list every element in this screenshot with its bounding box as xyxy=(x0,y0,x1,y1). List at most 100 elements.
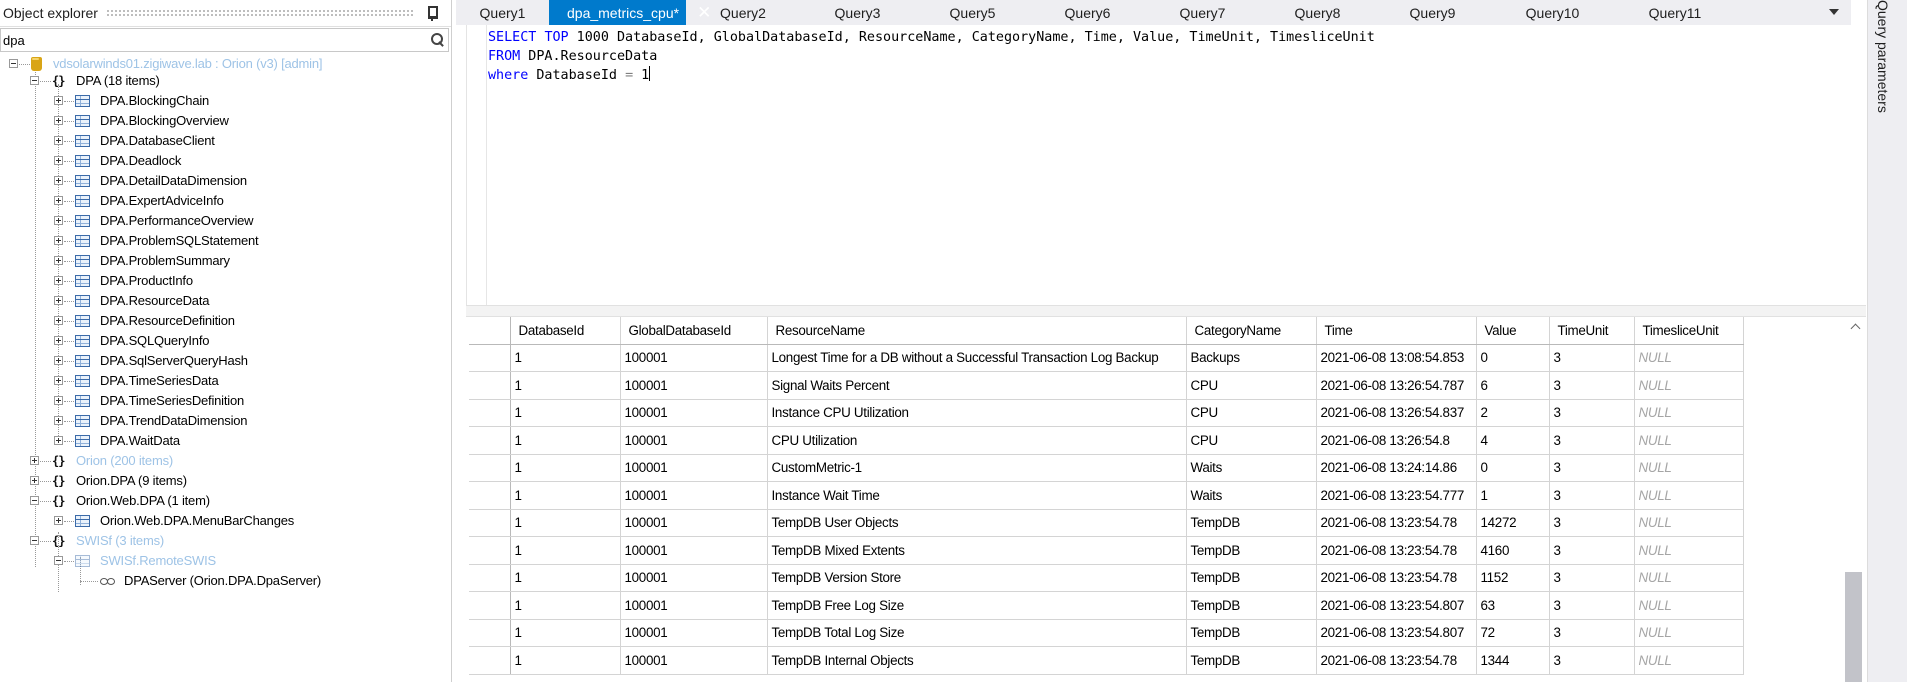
grid-cell[interactable]: 1 xyxy=(510,371,621,400)
tree-node-dpa-waitdata[interactable]: DPA.WaitData xyxy=(0,431,450,451)
grid-cell[interactable]: 2021-06-08 13:08:54.853 xyxy=(1316,344,1477,372)
grid-cell[interactable]: 100001 xyxy=(620,619,768,647)
grid-cell[interactable]: NULL xyxy=(1634,454,1744,482)
grid-cell[interactable]: 2021-06-08 13:23:54.78 xyxy=(1316,646,1477,675)
expand-icon[interactable] xyxy=(54,256,63,265)
expand-icon[interactable] xyxy=(54,336,63,345)
tree-node-dpa-blockingoverview[interactable]: DPA.BlockingOverview xyxy=(0,111,450,131)
grid-cell[interactable]: Longest Time for a DB without a Successf… xyxy=(767,344,1187,372)
grid-cell[interactable]: 100001 xyxy=(620,344,768,372)
grid-cell[interactable]: TempDB xyxy=(1186,509,1317,537)
expand-icon[interactable] xyxy=(54,116,63,125)
tab-query3[interactable]: Query3 xyxy=(800,0,915,25)
scrollbar-thumb[interactable] xyxy=(1845,572,1862,682)
scroll-up-icon[interactable] xyxy=(1850,323,1861,334)
grid-cell[interactable]: 3 xyxy=(1549,426,1635,455)
grid-cell[interactable]: 63 xyxy=(1476,591,1550,620)
grid-cell[interactable]: 1 xyxy=(510,564,621,592)
tree-node-dpa-problemsqlstatement[interactable]: DPA.ProblemSQLStatement xyxy=(0,231,450,251)
grid-cell[interactable]: 2021-06-08 13:23:54.78 xyxy=(1316,509,1477,537)
grid-cell[interactable]: Instance CPU Utilization xyxy=(767,399,1187,427)
grid-cell[interactable]: 3 xyxy=(1549,646,1635,675)
grid-cell[interactable]: 2021-06-08 13:23:54.777 xyxy=(1316,481,1477,510)
grid-corner[interactable] xyxy=(469,317,511,345)
grid-cell[interactable]: 2021-06-08 13:23:54.78 xyxy=(1316,564,1477,592)
grid-cell[interactable]: CPU xyxy=(1186,426,1317,455)
expand-icon[interactable] xyxy=(54,316,63,325)
grid-cell[interactable]: 3 xyxy=(1549,454,1635,482)
column-header[interactable]: Value xyxy=(1476,317,1550,345)
grid-cell[interactable]: TempDB xyxy=(1186,564,1317,592)
table-row[interactable]: 1 100001 CPU Utilization CPU 2021-06-08 13:2… xyxy=(469,426,1744,455)
expand-icon[interactable] xyxy=(54,216,63,225)
grid-cell[interactable]: NULL xyxy=(1634,344,1744,372)
grid-cell[interactable]: 100001 xyxy=(620,399,768,427)
grid-cell[interactable]: 3 xyxy=(1549,481,1635,510)
grid-cell[interactable]: 72 xyxy=(1476,619,1550,647)
tree-node-orion-web-dpa-1-item[interactable]: {} Orion.Web.DPA (1 item) xyxy=(0,491,450,511)
collapse-icon[interactable] xyxy=(30,496,39,505)
expand-icon[interactable] xyxy=(54,96,63,105)
expand-icon[interactable] xyxy=(54,136,63,145)
expand-icon[interactable] xyxy=(54,276,63,285)
grid-cell[interactable]: Signal Waits Percent xyxy=(767,371,1187,400)
grid-cell[interactable]: 1 xyxy=(1476,481,1550,510)
collapse-icon[interactable] xyxy=(54,556,63,565)
collapse-icon[interactable] xyxy=(30,536,39,545)
grid-cell[interactable]: 2021-06-08 13:23:54.807 xyxy=(1316,591,1477,620)
grid-cell[interactable]: TempDB Internal Objects xyxy=(767,646,1187,675)
expand-icon[interactable] xyxy=(54,516,63,525)
collapse-icon[interactable] xyxy=(30,76,39,85)
tree-node-dpa-sqlserverqueryhash[interactable]: DPA.SqlServerQueryHash xyxy=(0,351,450,371)
pin-icon[interactable] xyxy=(425,5,439,21)
grid-cell[interactable]: Backups xyxy=(1186,344,1317,372)
grid-cell[interactable]: 14272 xyxy=(1476,509,1550,537)
tree-node-dpaserver-orion-dpa-dpaserver[interactable]: DPAServer (Orion.DPA.DpaServer) xyxy=(0,571,450,591)
row-header[interactable] xyxy=(469,454,511,482)
tree-node-dpa-databaseclient[interactable]: DPA.DatabaseClient xyxy=(0,131,450,151)
results-vertical-scrollbar[interactable] xyxy=(1845,317,1867,682)
expand-icon[interactable] xyxy=(54,156,63,165)
grid-cell[interactable]: NULL xyxy=(1634,371,1744,400)
tree-node-orion-dpa-9-items[interactable]: {} Orion.DPA (9 items) xyxy=(0,471,450,491)
tree-node-dpa-resourcedefinition[interactable]: DPA.ResourceDefinition xyxy=(0,311,450,331)
tab-query11[interactable]: Query11 xyxy=(1615,0,1735,25)
tab-query9[interactable]: Query9 xyxy=(1375,0,1490,25)
grid-cell[interactable]: 1344 xyxy=(1476,646,1550,675)
expand-icon[interactable] xyxy=(54,296,63,305)
grid-cell[interactable]: 3 xyxy=(1549,591,1635,620)
tab-query2[interactable]: Query2 xyxy=(686,0,800,25)
column-header[interactable]: TimesliceUnit xyxy=(1634,317,1744,345)
grid-cell[interactable]: TempDB Free Log Size xyxy=(767,591,1187,620)
row-header[interactable] xyxy=(469,344,511,372)
grid-cell[interactable]: 1 xyxy=(510,509,621,537)
grid-cell[interactable]: 100001 xyxy=(620,646,768,675)
tree-node-dpa-productinfo[interactable]: DPA.ProductInfo xyxy=(0,271,450,291)
grid-cell[interactable]: 2021-06-08 13:26:54.837 xyxy=(1316,399,1477,427)
grid-cell[interactable]: CPU Utilization xyxy=(767,426,1187,455)
grid-cell[interactable]: 100001 xyxy=(620,371,768,400)
row-header[interactable] xyxy=(469,591,511,620)
expand-icon[interactable] xyxy=(54,436,63,445)
row-header[interactable] xyxy=(469,509,511,537)
tree-node-orion-web-dpa-menubarchanges[interactable]: Orion.Web.DPA.MenuBarChanges xyxy=(0,511,450,531)
tree-node-swisf-3-items[interactable]: {} SWISf (3 items) xyxy=(0,531,450,551)
grid-cell[interactable]: 1 xyxy=(510,646,621,675)
row-header[interactable] xyxy=(469,481,511,510)
table-row[interactable]: 1 100001 Instance CPU Utilization CPU 2021-0… xyxy=(469,399,1744,427)
query-parameters-label[interactable]: Query parameters xyxy=(1875,0,1891,113)
explorer-search-input[interactable] xyxy=(1,30,426,50)
grid-cell[interactable]: 1 xyxy=(510,426,621,455)
tree-node-dpa-problemsummary[interactable]: DPA.ProblemSummary xyxy=(0,251,450,271)
grid-cell[interactable]: TempDB xyxy=(1186,619,1317,647)
grid-cell[interactable]: TempDB xyxy=(1186,536,1317,565)
column-header[interactable]: DatabaseId xyxy=(510,317,621,345)
row-header[interactable] xyxy=(469,399,511,427)
tree-node-dpa-detaildatadimension[interactable]: DPA.DetailDataDimension xyxy=(0,171,450,191)
grid-cell[interactable]: NULL xyxy=(1634,646,1744,675)
grid-cell[interactable]: 1 xyxy=(510,591,621,620)
column-header[interactable]: TimeUnit xyxy=(1549,317,1635,345)
grid-cell[interactable]: NULL xyxy=(1634,481,1744,510)
grid-cell[interactable]: 3 xyxy=(1549,344,1635,372)
tab-query1[interactable]: Query1 xyxy=(456,0,549,25)
